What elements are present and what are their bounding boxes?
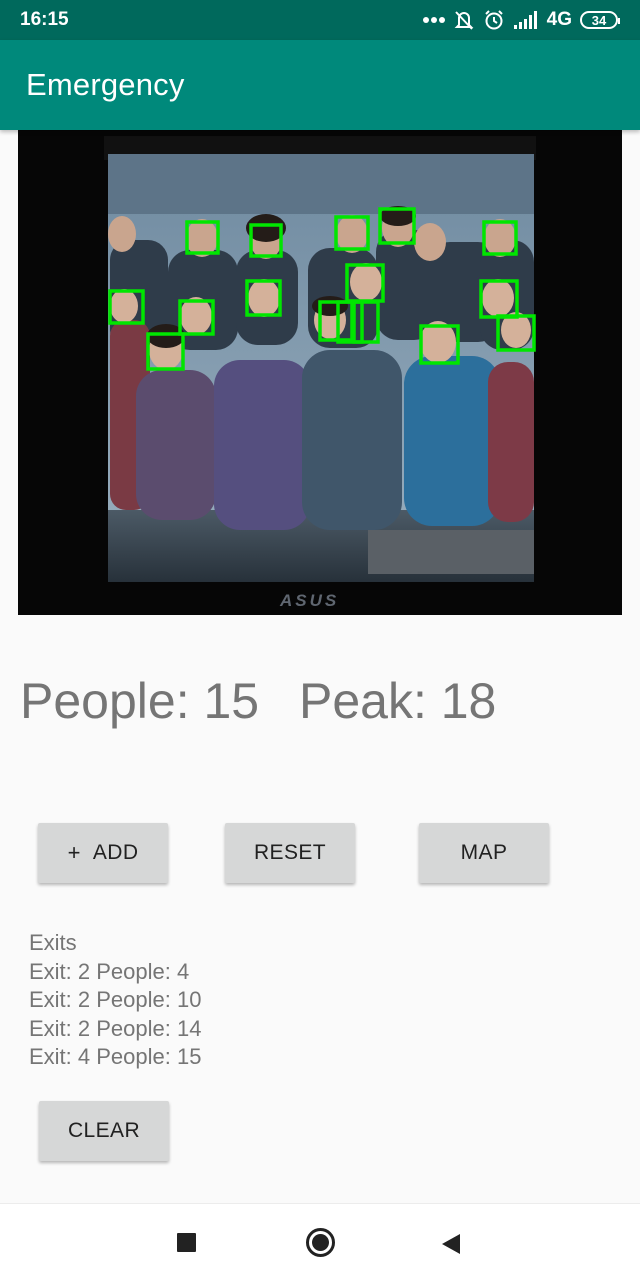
network-type: 4G	[546, 9, 572, 30]
camera-photo	[18, 130, 622, 615]
app-bar: Emergency	[0, 40, 640, 130]
list-item: Exit: 2 People: 10	[29, 987, 202, 1012]
back-triangle-icon[interactable]	[441, 1233, 461, 1255]
map-button-label: MAP	[460, 841, 508, 864]
clear-button-label: CLEAR	[67, 1119, 141, 1142]
peak-count: Peak: 18	[299, 673, 497, 729]
status-time: 16:15	[20, 9, 69, 30]
signal-icon	[513, 11, 537, 29]
add-button-label: ADD	[92, 841, 139, 864]
brand-logo: ASUS	[280, 591, 340, 610]
status-icons: 4G 34	[422, 9, 620, 31]
counter-line: People: 15 Peak: 18	[20, 672, 496, 730]
reset-button-label: RESET	[253, 841, 326, 864]
clear-button[interactable]: CLEAR	[39, 1101, 169, 1161]
exits-list: Exits Exit: 2 People: 4 Exit: 2 People: …	[29, 929, 201, 1072]
reset-button[interactable]: RESET	[225, 823, 355, 883]
people-count: People: 15	[20, 673, 260, 729]
alarm-clock-icon	[484, 10, 503, 30]
navigation-bar	[0, 1203, 640, 1280]
exits-header: Exits	[29, 930, 77, 955]
list-item: Exit: 2 People: 14	[29, 1015, 202, 1041]
add-button[interactable]: + ADD	[38, 823, 168, 883]
list-item: Exit: 2 People: 4	[29, 958, 190, 984]
recents-square-icon[interactable]	[177, 1233, 196, 1252]
home-circle-icon[interactable]	[306, 1228, 335, 1257]
battery-icon: 34	[580, 11, 620, 29]
plus-icon: +	[67, 840, 81, 865]
list-item: Exit: 4 People: 15	[29, 1044, 202, 1069]
app-title: Emergency	[26, 67, 185, 102]
status-bar: 16:15 4G 34	[0, 0, 640, 40]
camera-preview: ASUS	[18, 130, 622, 615]
alarm-off-icon	[454, 11, 474, 30]
more-dots-icon	[422, 17, 445, 23]
map-button[interactable]: MAP	[419, 823, 549, 883]
battery-level: 34	[591, 12, 607, 28]
